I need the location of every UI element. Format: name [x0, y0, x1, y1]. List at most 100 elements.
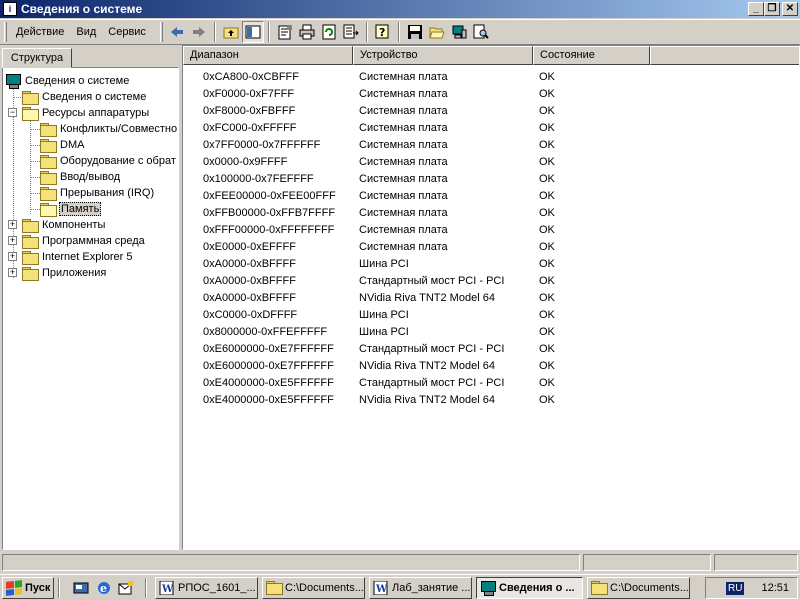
tree-item-hardware-resources[interactable]: Ресурсы аппаратуры [22, 105, 150, 121]
up-level-button[interactable] [220, 21, 242, 43]
taskbar-divider [145, 578, 147, 598]
tree-item-forced-hardware[interactable]: Оборудование с обрат [40, 153, 177, 169]
tree-item-internet-explorer[interactable]: Internet Explorer 5 [22, 249, 134, 265]
table-row[interactable]: 0x0000-0x9FFFF Системная плата OK [183, 154, 783, 171]
refresh-button[interactable] [318, 21, 340, 43]
cell-status: OK [539, 207, 555, 219]
cell-range: 0x7FF0000-0x7FFFFFF [203, 139, 321, 151]
open-button[interactable] [426, 21, 448, 43]
cell-range: 0xE6000000-0xE7FFFFFF [203, 360, 334, 372]
table-row[interactable]: 0xFFB00000-0xFFB7FFFF Системная плата OK [183, 205, 783, 222]
expand-components[interactable]: + [8, 220, 17, 229]
table-row[interactable]: 0xE4000000-0xE5FFFFFF NVidia Riva TNT2 Mo… [183, 392, 783, 409]
expand-applications[interactable]: + [8, 268, 17, 277]
cell-device: NVidia Riva TNT2 Model 64 [359, 360, 495, 372]
minimize-button[interactable]: _ [748, 2, 764, 16]
table-row[interactable]: 0xF0000-0xF7FFF Системная плата OK [183, 86, 783, 103]
cell-status: OK [539, 292, 555, 304]
table-row[interactable]: 0xA0000-0xBFFFF Шина PCI OK [183, 256, 783, 273]
title-bar[interactable]: i Сведения о системе _ ❐ ✕ [0, 0, 800, 18]
table-row[interactable]: 0xE6000000-0xE7FFFFFF Стандартный мост PC… [183, 341, 783, 358]
folder-icon [22, 234, 39, 249]
table-row[interactable]: 0xC0000-0xDFFFF Шина PCI OK [183, 307, 783, 324]
tree-item-conflicts[interactable]: Конфликты/Совместно [40, 121, 178, 137]
table-row[interactable]: 0xE0000-0xEFFFF Системная плата OK [183, 239, 783, 256]
language-indicator[interactable]: RU [726, 581, 745, 595]
cell-range: 0xE6000000-0xE7FFFFFF [203, 343, 334, 355]
table-row[interactable]: 0xF8000-0xFBFFF Системная плата OK [183, 103, 783, 120]
table-row[interactable]: 0xCA800-0xCBFFF Системная плата OK [183, 69, 783, 86]
task-button-word-doc-2[interactable]: W Лаб_занятие ... [369, 577, 472, 599]
menu-tools[interactable]: Сервис [102, 24, 152, 40]
column-header-status[interactable]: Состояние [533, 46, 650, 65]
clock[interactable]: 12:51 [761, 582, 789, 594]
cell-device: Системная плата [359, 139, 448, 151]
table-row[interactable]: 0xFC000-0xFFFFF Системная плата OK [183, 120, 783, 137]
menu-action[interactable]: Действие [10, 24, 70, 40]
tree-pane[interactable]: Сведения о системе Сведения о системе − … [2, 67, 179, 550]
export-button[interactable] [340, 21, 362, 43]
table-row[interactable]: 0x100000-0x7FEFFFF Системная плата OK [183, 171, 783, 188]
tree-item-components[interactable]: Компоненты [22, 217, 106, 233]
expand-software-environment[interactable]: + [8, 236, 17, 245]
restore-button[interactable]: ❐ [764, 2, 780, 16]
close-button[interactable]: ✕ [782, 2, 798, 16]
tree-item-system-summary[interactable]: Сведения о системе [22, 89, 147, 105]
details-list[interactable]: Диапазон Устройство Состояние 0xCA800-0x… [182, 45, 800, 550]
tab-structure[interactable]: Структура [2, 48, 72, 68]
table-row[interactable]: 0xA0000-0xBFFFF Стандартный мост PCI - PC… [183, 273, 783, 290]
forward-button[interactable] [188, 21, 210, 43]
print-button[interactable] [296, 21, 318, 43]
toolbar-separator [397, 22, 400, 42]
column-header-range[interactable]: Диапазон [183, 46, 353, 65]
system-info-app-icon[interactable]: i [3, 2, 17, 16]
table-row[interactable]: 0xE4000000-0xE5FFFFFF Стандартный мост PC… [183, 375, 783, 392]
outlook-express-icon [118, 581, 133, 595]
quicklaunch-outlook[interactable] [117, 579, 135, 597]
properties-button[interactable] [274, 21, 296, 43]
help-button[interactable]: ? [372, 21, 394, 43]
cell-status: OK [539, 326, 555, 338]
folder-icon [22, 266, 39, 281]
quicklaunch-internet-explorer[interactable]: e [95, 579, 113, 597]
tree-item-applications[interactable]: Приложения [22, 265, 107, 281]
table-row[interactable]: 0xFFF00000-0xFFFFFFFF Системная плата OK [183, 222, 783, 239]
task-button-explorer-2[interactable]: C:\Documents... [587, 577, 690, 599]
table-row[interactable]: 0xA0000-0xBFFFF NVidia Riva TNT2 Model 64… [183, 290, 783, 307]
remote-computer-button[interactable] [448, 21, 470, 43]
cell-device: Системная плата [359, 190, 448, 202]
task-button-word-doc-1[interactable]: W РПОС_1601_... [155, 577, 258, 599]
tree-item-irqs[interactable]: Прерывания (IRQ) [40, 185, 155, 201]
column-header-device[interactable]: Устройство [353, 46, 533, 65]
cell-device: Системная плата [359, 241, 448, 253]
menu-view[interactable]: Вид [70, 24, 102, 40]
taskbar-divider [58, 578, 60, 598]
table-row[interactable]: 0x8000000-0xFFEFFFFF Шина PCI OK [183, 324, 783, 341]
table-row[interactable]: 0xE6000000-0xE7FFFFFF NVidia Riva TNT2 Mo… [183, 358, 783, 375]
task-label: РПОС_1601_... [178, 582, 256, 594]
tree-item-software-environment[interactable]: Программная среда [22, 233, 146, 249]
tree-line [30, 129, 40, 130]
tree-item-memory[interactable]: Память [40, 201, 102, 217]
tree-item-root[interactable]: Сведения о системе [5, 73, 130, 89]
tree-item-io[interactable]: Ввод/вывод [40, 169, 121, 185]
collapse-hardware-resources[interactable]: − [8, 108, 17, 117]
task-button-system-info[interactable]: Сведения о ... [476, 577, 583, 599]
find-button[interactable] [470, 21, 492, 43]
back-button[interactable] [166, 21, 188, 43]
expand-internet-explorer[interactable]: + [8, 252, 17, 261]
printer-icon [299, 24, 315, 40]
show-tree-button[interactable] [241, 21, 264, 43]
cell-range: 0xE4000000-0xE5FFFFFF [203, 377, 334, 389]
quicklaunch-show-desktop[interactable] [72, 579, 90, 597]
cell-range: 0x8000000-0xFFEFFFFF [203, 326, 328, 338]
task-button-explorer-1[interactable]: C:\Documents... [262, 577, 365, 599]
toolbar-separator [213, 22, 216, 42]
start-button[interactable]: Пуск [2, 577, 54, 599]
save-button[interactable] [404, 21, 426, 43]
tree-item-dma[interactable]: DMA [40, 137, 85, 153]
table-row[interactable]: 0xFEE00000-0xFEE00FFF Системная плата OK [183, 188, 783, 205]
tree-item-label: Ввод/вывод [60, 171, 121, 183]
table-row[interactable]: 0x7FF0000-0x7FFFFFF Системная плата OK [183, 137, 783, 154]
help-icon: ? [375, 24, 389, 39]
